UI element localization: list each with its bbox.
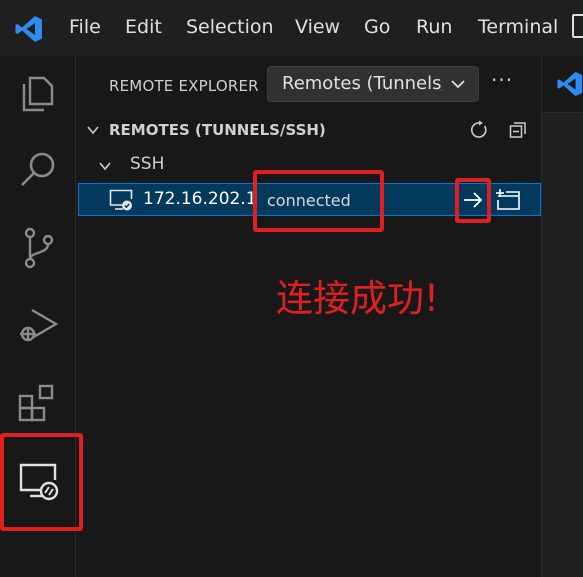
more-actions-button[interactable]: ··· <box>491 68 513 92</box>
menu-terminal[interactable]: Terminal <box>478 16 558 38</box>
remotes-section-header[interactable]: REMOTES (TUNNELS/SSH) <box>76 116 542 144</box>
menu-go[interactable]: Go <box>364 16 390 38</box>
layout-toggle-icon[interactable] <box>572 14 583 42</box>
collapse-all-icon[interactable] <box>508 120 528 140</box>
host-address: 172.16.202.1 <box>143 189 257 209</box>
connected-highlight-box <box>253 170 384 232</box>
remote-explorer-highlight-box <box>0 433 83 531</box>
source-control-icon[interactable] <box>14 224 62 272</box>
explorer-icon[interactable] <box>14 68 62 116</box>
search-icon[interactable] <box>14 146 62 194</box>
menu-run[interactable]: Run <box>416 16 452 38</box>
menu-view[interactable]: View <box>295 16 340 38</box>
refresh-icon[interactable] <box>469 120 489 140</box>
section-title: REMOTES (TUNNELS/SSH) <box>109 121 326 139</box>
chevron-down-icon <box>99 162 111 171</box>
connect-in-new-window-icon[interactable] <box>495 188 521 212</box>
remotes-dropdown[interactable]: Remotes (Tunnels/SSH) <box>267 66 479 102</box>
run-debug-icon[interactable] <box>14 302 62 350</box>
chevron-down-icon <box>87 126 99 135</box>
editor-area <box>542 56 583 577</box>
menu-selection[interactable]: Selection <box>186 16 274 38</box>
title-bar: File Edit Selection View Go Run Terminal <box>0 0 583 56</box>
vscode-logo-icon <box>15 16 42 42</box>
extensions-icon[interactable] <box>14 380 62 428</box>
editor-tab-bar <box>542 56 583 113</box>
panel-title: REMOTE EXPLORER <box>109 77 259 95</box>
annotation-text: 连接成功! <box>276 277 439 320</box>
vscode-tab-icon[interactable] <box>556 70 583 98</box>
menu-file[interactable]: File <box>69 16 101 38</box>
menu-edit[interactable]: Edit <box>125 16 162 38</box>
chevron-down-icon <box>451 80 465 89</box>
connect-button-highlight-box <box>455 178 491 223</box>
dropdown-value: Remotes (Tunnels/SSH) <box>282 73 442 94</box>
ssh-group-label: SSH <box>130 154 165 174</box>
remote-host-icon <box>109 189 133 211</box>
